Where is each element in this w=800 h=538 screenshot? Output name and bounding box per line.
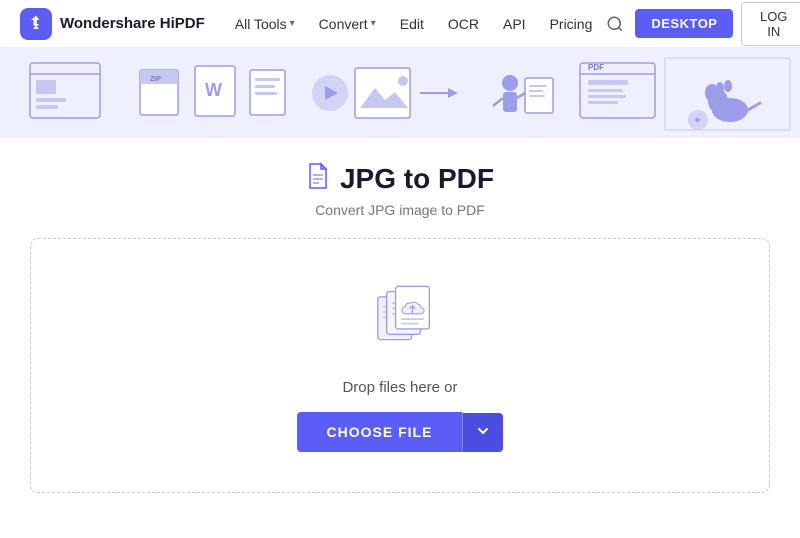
navbar: Wondershare HiPDF All Tools ▾ Convert ▾ …: [0, 0, 800, 48]
chevron-down-icon: ▾: [371, 18, 376, 29]
upload-illustration: [360, 279, 440, 359]
nav-links: All Tools ▾ Convert ▾ Edit OCR API Prici…: [225, 10, 603, 38]
chevron-down-icon: ▾: [290, 18, 295, 29]
logo-area[interactable]: Wondershare HiPDF: [20, 8, 205, 40]
nav-api[interactable]: API: [493, 10, 536, 38]
svg-text:ZIP: ZIP: [150, 76, 161, 83]
drop-zone[interactable]: Drop files here or CHOOSE FILE: [30, 238, 770, 493]
svg-text:PDF: PDF: [588, 63, 604, 72]
page-subtitle: Convert JPG image to PDF: [315, 202, 485, 218]
desktop-button[interactable]: DESKTOP: [635, 9, 733, 38]
search-button[interactable]: [602, 8, 627, 40]
choose-file-button[interactable]: CHOOSE FILE: [297, 412, 463, 452]
hero-illustration: ZIP W PDF: [0, 48, 800, 138]
logo-svg: [26, 14, 46, 34]
choose-file-dropdown-button[interactable]: [462, 413, 503, 452]
nav-actions: DESKTOP LOG IN: [602, 2, 800, 46]
page-title: JPG to PDF: [340, 163, 494, 195]
nav-pricing[interactable]: Pricing: [540, 10, 603, 38]
login-button[interactable]: LOG IN: [741, 2, 800, 46]
app-name: Wondershare HiPDF: [60, 15, 205, 32]
nav-ocr[interactable]: OCR: [438, 10, 489, 38]
nav-convert[interactable]: Convert ▾: [309, 10, 386, 38]
svg-text:W: W: [205, 80, 222, 100]
drop-text: Drop files here or: [342, 379, 457, 396]
chevron-down-icon: [477, 425, 489, 437]
hero-banner: ZIP W PDF: [0, 48, 800, 138]
nav-edit[interactable]: Edit: [390, 10, 434, 38]
file-icon-svg: [306, 162, 330, 190]
choose-file-group: CHOOSE FILE: [297, 412, 504, 452]
main-content: JPG to PDF Convert JPG image to PDF: [0, 138, 800, 513]
app-logo-icon: [20, 8, 52, 40]
upload-svg: [360, 279, 440, 354]
nav-all-tools[interactable]: All Tools ▾: [225, 10, 305, 38]
page-title-area: JPG to PDF: [306, 162, 494, 196]
jpg-file-icon: [306, 162, 330, 196]
search-icon: [606, 15, 624, 33]
svg-text:✦: ✦: [693, 115, 702, 127]
